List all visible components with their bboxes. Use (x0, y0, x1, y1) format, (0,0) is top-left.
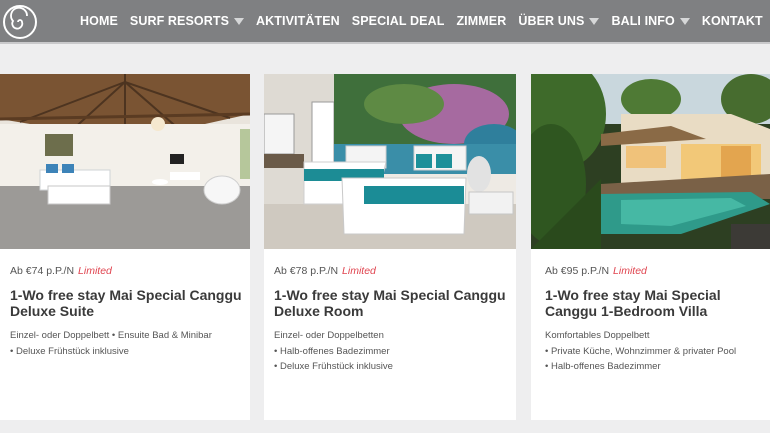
description-line: • Deluxe Frühstück inklusive (274, 361, 393, 372)
nav-item-kontakt[interactable]: KONTAKT (702, 14, 763, 28)
price-label: Ab €78 p.P./N Limited (274, 265, 376, 277)
description-line: Einzel- oder Doppelbett • Ensuite Bad & … (10, 330, 212, 341)
room-description: Einzel- oder Doppelbetten • Halb-offenes… (274, 328, 509, 375)
room-title[interactable]: 1-Wo free stay Mai Special Canggu 1-Bedr… (545, 287, 767, 319)
room-card-1-bedroom-villa[interactable]: Ab €95 p.P./N Limited 1-Wo free stay Mai … (531, 74, 770, 420)
room-photo-1-bedroom-villa[interactable] (531, 74, 770, 249)
room-description: Einzel- oder Doppelbett • Ensuite Bad & … (10, 328, 245, 359)
limited-badge: Limited (342, 265, 376, 277)
room-description: Komfortables Doppelbett • Private Küche,… (545, 328, 767, 375)
nav-item-ueber-uns[interactable]: ÜBER UNS (518, 14, 600, 28)
room-card-deluxe-room[interactable]: Ab €78 p.P./N Limited 1-Wo free stay Mai … (264, 74, 516, 420)
room-title[interactable]: 1-Wo free stay Mai Special Canggu Deluxe… (10, 287, 245, 319)
description-line: Einzel- oder Doppelbetten (274, 330, 384, 341)
nav-item-zimmer[interactable]: ZIMMER (456, 14, 506, 28)
description-line: Komfortables Doppelbett (545, 330, 650, 341)
chevron-down-icon (679, 17, 690, 25)
header-divider (0, 42, 770, 44)
nav-item-aktivitaeten[interactable]: AKTIVITÄTEN (256, 14, 340, 28)
main-nav: HOME SURF RESORTS AKTIVITÄTEN SPECIAL DE… (80, 0, 770, 42)
room-card-deluxe-suite[interactable]: Ab €74 p.P./N Limited 1-Wo free stay Mai … (0, 74, 250, 420)
description-line: • Halb-offenes Badezimmer (545, 361, 661, 372)
nav-item-special-deal[interactable]: SPECIAL DEAL (352, 14, 445, 28)
price-text: Ab €95 p.P./N (545, 265, 610, 277)
room-title[interactable]: 1-Wo free stay Mai Special Canggu Deluxe… (274, 287, 509, 319)
price-label: Ab €74 p.P./N Limited (10, 265, 112, 277)
room-photo-deluxe-room[interactable] (264, 74, 516, 249)
price-label: Ab €95 p.P./N Limited (545, 265, 647, 277)
description-line: • Private Küche, Wohnzimmer & privater P… (545, 345, 737, 357)
limited-badge: Limited (78, 265, 112, 277)
chevron-down-icon (589, 17, 600, 25)
description-line: • Deluxe Frühstück inklusive (10, 345, 129, 357)
nav-item-surf-resorts[interactable]: SURF RESORTS (130, 14, 245, 28)
description-line: • Halb-offenes Badezimmer (274, 345, 390, 357)
nav-item-bali-info[interactable]: BALI INFO (611, 14, 690, 28)
room-photo-deluxe-suite[interactable] (0, 74, 250, 249)
spiral-logo-icon[interactable] (2, 4, 38, 40)
chevron-down-icon (234, 17, 245, 25)
top-navigation-bar: HOME SURF RESORTS AKTIVITÄTEN SPECIAL DE… (0, 0, 770, 42)
price-text: Ab €78 p.P./N (274, 265, 339, 277)
nav-item-home[interactable]: HOME (80, 14, 118, 28)
price-text: Ab €74 p.P./N (10, 265, 75, 277)
limited-badge: Limited (613, 265, 647, 277)
